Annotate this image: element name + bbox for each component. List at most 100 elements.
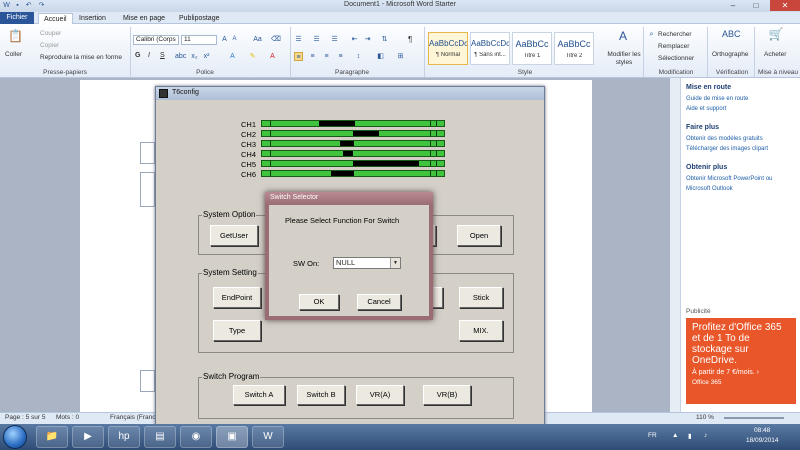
media-player-icon[interactable]: ▶ <box>72 426 104 448</box>
tab-publipostage[interactable]: Publipostage <box>174 13 224 24</box>
show-marks-button[interactable]: ¶ <box>408 35 412 44</box>
switch-b-button[interactable]: Switch B <box>297 385 345 405</box>
clock-date[interactable]: 18/09/2014 <box>746 437 779 444</box>
pane-link[interactable]: Microsoft Outlook <box>686 186 733 192</box>
replace-button[interactable]: Remplacer <box>658 43 689 50</box>
explorer-icon[interactable]: 📁 <box>36 426 68 448</box>
t6config-taskbar-icon[interactable]: ▣ <box>216 426 248 448</box>
decrease-indent-icon[interactable]: ⇤ <box>350 35 359 44</box>
find-icon[interactable]: ⌕ <box>647 30 656 39</box>
status-language[interactable]: Français (France) <box>110 414 161 421</box>
volume-icon[interactable]: ♪ <box>704 432 707 439</box>
shrink-font-icon[interactable]: A <box>230 35 239 44</box>
text-effects-icon[interactable]: A <box>228 52 237 61</box>
format-painter-button[interactable]: Reproduire la mise en forme <box>40 54 122 61</box>
subscript-icon[interactable]: x₂ <box>190 52 199 61</box>
pane-link[interactable]: Obtenir des modèles gratuits <box>686 136 763 142</box>
pane-link[interactable]: Aide et support <box>686 106 726 112</box>
highlight-icon[interactable]: ✎ <box>248 52 257 61</box>
chrome-icon[interactable]: ◉ <box>180 426 212 448</box>
style-heading-2[interactable]: AaBbCc Titre 2 <box>554 32 594 65</box>
pane-link[interactable]: Obtenir Microsoft PowerPoint ou <box>686 176 772 182</box>
align-center-icon[interactable]: ≡ <box>308 52 317 61</box>
modify-styles-icon[interactable]: A <box>616 30 630 46</box>
tab-accueil[interactable]: Accueil <box>38 13 73 24</box>
clear-format-icon[interactable]: ⌫ <box>271 35 281 44</box>
tab-mise-en-page[interactable]: Mise en page <box>118 13 170 24</box>
spelling-icon[interactable]: ABC <box>722 30 741 46</box>
start-button[interactable] <box>3 425 27 449</box>
multilevel-list-icon[interactable]: ☰ <box>330 35 339 44</box>
paste-icon[interactable]: 📋 <box>8 30 23 46</box>
open-button[interactable]: Open <box>457 225 501 246</box>
switch-a-button[interactable]: Switch A <box>233 385 285 405</box>
zoom-slider[interactable] <box>724 417 784 419</box>
style-no-spacing[interactable]: AaBbCcDc ¶ Sans int... <box>470 32 510 65</box>
numbering-icon[interactable]: ☰ <box>312 35 321 44</box>
style-sample: AaBbCc <box>557 39 591 49</box>
hp-icon[interactable]: hp <box>108 426 140 448</box>
italic-button[interactable]: I <box>148 52 150 59</box>
grow-font-icon[interactable]: A <box>220 35 229 44</box>
select-button[interactable]: Sélectionner <box>658 55 694 62</box>
bullets-icon[interactable]: ☰ <box>294 35 303 44</box>
cart-icon[interactable]: 🛒 <box>768 28 784 46</box>
getuser-button[interactable]: GetUser <box>210 225 258 246</box>
vertical-scrollbar[interactable] <box>670 78 680 412</box>
font-size-combo[interactable]: 11 <box>181 35 217 45</box>
program-icon[interactable]: ▤ <box>144 426 176 448</box>
pane-link[interactable]: Télécharger des images clipart <box>686 146 768 152</box>
cancel-button[interactable]: Cancel <box>357 294 401 310</box>
font-name-combo[interactable]: Calibri (Corps <box>133 35 179 45</box>
maximize-button[interactable]: □ <box>745 0 767 11</box>
network-icon[interactable]: ▮ <box>688 432 692 440</box>
align-right-icon[interactable]: ≡ <box>322 52 331 61</box>
vr-a-button[interactable]: VR(A) <box>356 385 404 405</box>
tab-fichier[interactable]: Fichier <box>0 12 34 24</box>
increase-indent-icon[interactable]: ⇥ <box>363 35 372 44</box>
vr-b-button[interactable]: VR(B) <box>423 385 471 405</box>
borders-icon[interactable]: ⊞ <box>396 52 405 61</box>
close-button[interactable]: ✕ <box>770 0 800 11</box>
t6config-title-bar[interactable]: T6config <box>156 87 544 100</box>
mix-button[interactable]: MIX. <box>459 320 503 341</box>
tab-insertion[interactable]: Insertion <box>74 13 111 24</box>
language-indicator[interactable]: FR <box>648 432 657 439</box>
shading-icon[interactable]: ◧ <box>376 52 385 61</box>
superscript-icon[interactable]: x² <box>202 52 211 61</box>
change-case-icon[interactable]: Aa <box>253 35 262 44</box>
style-normal[interactable]: AaBbCcDc ¶ Normal <box>428 32 468 65</box>
type-button[interactable]: Type <box>213 320 261 341</box>
modify-styles-button[interactable]: Modifier les styles <box>606 51 642 67</box>
word-taskbar-icon[interactable]: W <box>252 426 284 448</box>
underline-button[interactable]: S <box>160 52 165 59</box>
office-ad[interactable]: Profitez d'Office 365 et de 1 To de stoc… <box>686 318 796 404</box>
dialog-title-bar[interactable]: Switch Selector <box>265 192 433 205</box>
status-zoom[interactable]: 110 % <box>696 414 714 421</box>
buy-button[interactable]: Acheter <box>764 51 786 58</box>
find-button[interactable]: Rechercher <box>658 31 692 38</box>
status-page[interactable]: Page : 5 sur 5 <box>5 414 45 421</box>
chevron-down-icon[interactable]: ▼ <box>390 258 400 268</box>
line-spacing-icon[interactable]: ↕ <box>354 52 363 61</box>
clock-time[interactable]: 08:48 <box>754 427 770 434</box>
endpoint-button[interactable]: EndPoint <box>213 287 261 308</box>
spelling-button[interactable]: Orthographe <box>712 51 749 58</box>
sw-on-select[interactable]: NULL ▼ <box>333 257 401 269</box>
stick-button[interactable]: Stick <box>459 287 503 308</box>
align-left-icon[interactable]: ≡ <box>294 52 303 61</box>
pane-link[interactable]: Guide de mise en route <box>686 96 748 102</box>
copy-button[interactable]: Copier <box>40 42 59 49</box>
bold-button[interactable]: G <box>135 52 140 59</box>
paste-button[interactable]: Coller <box>5 51 22 58</box>
sort-icon[interactable]: ⇅ <box>380 35 389 44</box>
tray-arrow-icon[interactable]: ▲ <box>672 432 678 439</box>
status-words[interactable]: Mots : 0 <box>56 414 79 421</box>
ok-button[interactable]: OK <box>299 294 339 310</box>
style-heading-1[interactable]: AaBbCc Titre 1 <box>512 32 552 65</box>
minimize-button[interactable]: – <box>722 0 744 11</box>
justify-icon[interactable]: ≡ <box>336 52 345 61</box>
font-color-icon[interactable]: A <box>268 52 277 61</box>
strikethrough-icon[interactable]: abc <box>175 52 186 61</box>
cut-button[interactable]: Couper <box>40 30 61 37</box>
